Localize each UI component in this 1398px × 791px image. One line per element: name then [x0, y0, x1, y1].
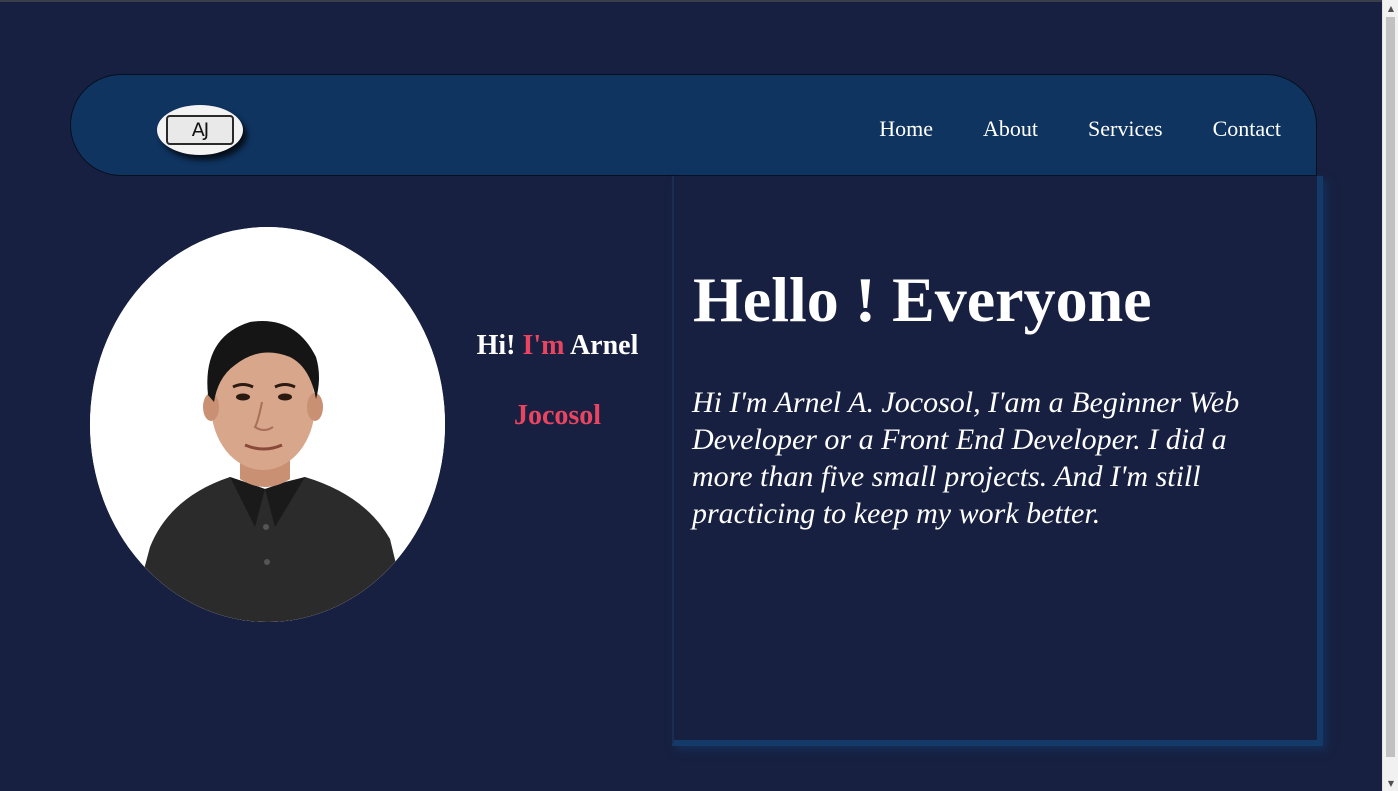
intro-body: Hi I'm Arnel A. Jocosol, I'am a Beginner… — [692, 386, 1240, 530]
greeting-hi: Hi! — [476, 330, 523, 361]
nav-contact-link[interactable]: Contact — [1213, 118, 1281, 140]
profile-surname: Jocosol — [513, 400, 602, 431]
greeting-im: I'm — [522, 330, 565, 361]
logo-mark: AJ — [166, 115, 234, 145]
profile-portrait-illustration — [90, 227, 445, 622]
nav-about-link[interactable]: About — [983, 118, 1038, 140]
vertical-scrollbar[interactable]: ▲ ▼ — [1382, 0, 1398, 791]
nav-home-link[interactable]: Home — [879, 118, 933, 140]
profile-photo — [90, 227, 445, 622]
scroll-down-arrow-icon[interactable]: ▼ — [1383, 775, 1398, 791]
page-viewport: AJ Home About Services Contact Hi! I'm A… — [0, 0, 1382, 791]
nav-services-link[interactable]: Services — [1088, 118, 1163, 140]
intro-title: Hello ! Everyone — [693, 264, 1152, 335]
navbar: AJ Home About Services Contact — [70, 74, 1317, 176]
greeting-name: Arnel — [564, 330, 639, 361]
logo[interactable]: AJ — [157, 105, 243, 155]
profile-greeting: Hi! I'm Arnel — [450, 330, 665, 362]
scroll-thumb[interactable] — [1386, 17, 1395, 757]
scroll-up-arrow-icon[interactable]: ▲ — [1383, 0, 1398, 16]
main-nav: Home About Services Contact — [879, 118, 1281, 140]
intro-card: Hello ! Everyone Hi I'm Arnel A. Jocosol… — [672, 176, 1323, 746]
